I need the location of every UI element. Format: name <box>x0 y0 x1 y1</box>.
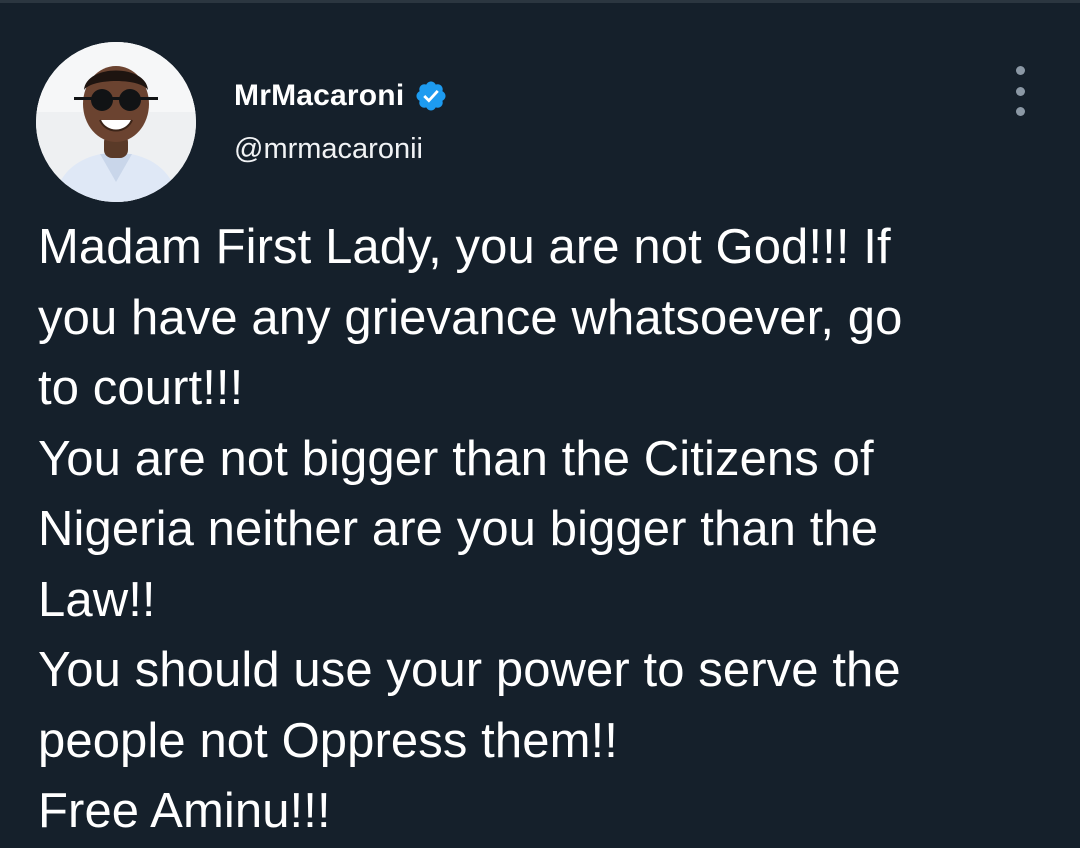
tweet-text: Madam First Lady, you are not God!!! If … <box>38 212 1058 847</box>
avatar-photo <box>36 42 196 202</box>
tweet-line: You are not bigger than the Citizens of <box>38 431 874 486</box>
more-vertical-icon[interactable] <box>1006 66 1034 116</box>
author-name-row: MrMacaroni <box>234 76 448 116</box>
display-name[interactable]: MrMacaroni <box>234 79 404 113</box>
tweet-line: people not Oppress them!! <box>38 713 618 768</box>
profile-avatar[interactable] <box>36 42 196 202</box>
more-dot <box>1015 86 1025 96</box>
tweet-line: You should use your power to serve the <box>38 643 901 697</box>
more-dot <box>1015 66 1025 75</box>
verified-badge-icon <box>414 79 448 113</box>
top-divider <box>0 0 1080 3</box>
tweet-line: you have any grievance whatsoever, go <box>38 290 903 345</box>
more-dot <box>1015 107 1025 116</box>
tweet-line: Madam First Lady, you are not God!!! If <box>38 220 891 274</box>
tweet-line: Law!! <box>38 572 156 627</box>
tweet-card: MrMacaroni @mrmacaronii Madam First Lady… <box>0 0 1080 848</box>
tweet-line: Free Aminu!!! <box>38 784 331 838</box>
tweet-line: to court!!! <box>38 361 244 415</box>
tweet-line: Nigeria neither are you bigger than the <box>38 502 879 556</box>
handle[interactable]: @mrmacaronii <box>234 133 423 166</box>
